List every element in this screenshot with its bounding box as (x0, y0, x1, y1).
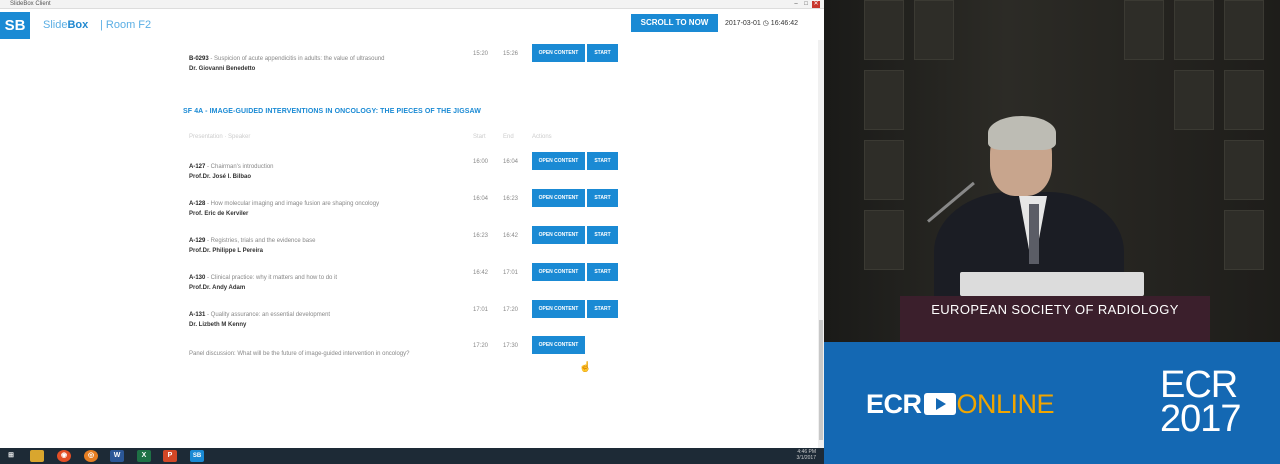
maximize-button[interactable]: □ (802, 1, 810, 8)
end-time: 16:23 (503, 196, 519, 202)
presentation-title: - Registries, trials and the evidence ba… (205, 238, 316, 244)
ecr-year-top: ECR (1160, 364, 1238, 406)
open-content-button[interactable]: OPEN CONTENT (532, 263, 585, 281)
start-button[interactable]: START (587, 189, 618, 207)
start-time: 16:23 (473, 233, 489, 239)
end-time: 16:42 (503, 233, 519, 239)
presentation-row: A-131 - Quality assurance: an essential … (189, 300, 629, 328)
open-content-button[interactable]: OPEN CONTENT (532, 189, 585, 207)
presentation-row: A-130 - Clinical practice: why it matter… (189, 263, 629, 291)
start-button[interactable]: START (587, 263, 618, 281)
presentation-title: - Quality assurance: an essential develo… (205, 312, 331, 318)
play-icon (923, 392, 956, 415)
slidebox-taskbar-icon[interactable]: SB (190, 450, 204, 462)
podium-monitor (960, 272, 1144, 296)
start-time: 17:01 (473, 307, 489, 313)
open-content-button[interactable]: OPEN CONTENT (532, 300, 585, 318)
presentation-row: A-128 - How molecular imaging and image … (189, 189, 629, 217)
presentation-code: A-130 (189, 275, 206, 281)
scrollbar-thumb[interactable] (819, 320, 823, 440)
presenter-hair (988, 116, 1056, 150)
session-title: SF 4A - IMAGE-GUIDED INTERVENTIONS IN ON… (183, 108, 481, 115)
ecr-text: ECR (866, 389, 922, 419)
podium-text: EUROPEAN SOCIETY OF RADIOLOGY (931, 302, 1179, 317)
panel-discussion-row: Panel discussion: What will be the futur… (189, 336, 629, 364)
column-header-actions: Actions (532, 134, 552, 140)
open-content-button[interactable]: OPEN CONTENT (532, 152, 585, 170)
chrome-icon[interactable]: ◉ (57, 450, 71, 462)
room-label: | Room F2 (100, 19, 152, 31)
presentation-row: A-129 - Registries, trials and the evide… (189, 226, 629, 254)
presentation-code: B-0293 (189, 56, 209, 62)
minimize-button[interactable]: – (792, 1, 800, 8)
presentation-speaker: Dr. Lizbeth M Kenny (189, 322, 247, 328)
presentation-code: A-131 (189, 312, 206, 318)
start-time: 17:20 (473, 343, 489, 349)
online-text: ONLINE (956, 389, 1055, 419)
presentation-title: - Clinical practice: why it matters and … (205, 275, 338, 281)
presentation-title: - Suspicion of acute appendicitis in adu… (208, 56, 385, 62)
end-time: 17:30 (503, 343, 519, 349)
end-time: 17:20 (503, 307, 519, 313)
word-icon[interactable]: W (110, 450, 124, 462)
ecr-2017-logo: ECR 2017 (1160, 364, 1242, 440)
ecr-online-logo: ECR ONLINE (866, 389, 1055, 420)
presentation-speaker: Prof.Dr. Andy Adam (189, 285, 246, 291)
presentation-speaker: Prof.Dr. Philippe L Pereira (189, 248, 263, 254)
firefox-icon[interactable]: ◎ (84, 450, 98, 462)
end-time: 17:01 (503, 270, 519, 276)
slidebox-window: SlideBox Client – □ ✕ SB SlideBox | Room… (0, 0, 824, 448)
end-time: 15:26 (503, 51, 519, 57)
screen: SlideBox Client – □ ✕ SB SlideBox | Room… (0, 0, 1280, 464)
open-content-button[interactable]: OPEN CONTENT (532, 336, 585, 354)
presenter-tie (1029, 204, 1039, 264)
file-explorer-icon[interactable] (30, 450, 44, 462)
presentation-speaker: Prof. Eric de Kerviler (189, 211, 249, 217)
column-header-end: End (503, 134, 514, 140)
presentation-row: A-127 - Chairman's introduction Prof.Dr.… (189, 152, 629, 180)
window-title: SlideBox Client (10, 1, 51, 7)
start-time: 15:20 (473, 51, 489, 57)
brand-bold: Box (67, 19, 89, 31)
slidebox-logo: SB (0, 12, 30, 39)
start-time: 16:00 (473, 159, 489, 165)
end-time: 16:04 (503, 159, 519, 165)
presentation-speaker: Prof.Dr. José I. Bilbao (189, 174, 252, 180)
app-header: SB SlideBox | Room F2 SCROLL TO NOW 2017… (0, 9, 824, 39)
scroll-to-now-button[interactable]: SCROLL TO NOW (631, 14, 718, 32)
presentation-code: A-127 (189, 164, 206, 170)
presentation-code: A-128 (189, 201, 206, 207)
ecr-branding: ECR ONLINE ECR 2017 (824, 342, 1280, 464)
start-button[interactable]: START (587, 300, 618, 318)
ecr-year-bottom: 2017 (1160, 398, 1242, 440)
presentation-code: A-129 (189, 238, 206, 244)
close-button[interactable]: ✕ (812, 1, 820, 8)
open-content-button[interactable]: OPEN CONTENT (532, 226, 585, 244)
start-time: 16:42 (473, 270, 489, 276)
presentation-title: - How molecular imaging and image fusion… (205, 201, 380, 207)
system-tray-clock[interactable]: 4:46 PM 3/1/2017 (797, 449, 816, 461)
start-menu-icon[interactable]: ⊞ (4, 450, 18, 462)
start-button[interactable]: START (587, 44, 618, 62)
presentation-speaker: Dr. Giovanni Benedetto (189, 66, 256, 72)
brand-light: Slide (43, 19, 68, 31)
powerpoint-icon[interactable]: P (163, 450, 177, 462)
presentation-row: B-0293 - Suspicion of acute appendicitis… (189, 44, 629, 72)
column-header-start: Start (473, 134, 486, 140)
windows-taskbar: ⊞ ◉ ◎ W X P SB 4:46 PM 3/1/2017 (0, 448, 824, 464)
speaker-video: EUROPEAN SOCIETY OF RADIOLOGY (824, 0, 1280, 342)
column-header-presentation: Presentation · Speaker (189, 134, 251, 140)
presentation-title: Panel discussion: What will be the futur… (189, 351, 410, 357)
tray-date: 3/1/2017 (796, 455, 816, 461)
brand-name: SlideBox (43, 19, 88, 31)
current-datetime: 2017-03-01 ◷ 16:46:42 (725, 20, 799, 27)
open-content-button[interactable]: OPEN CONTENT (532, 44, 585, 62)
excel-icon[interactable]: X (137, 450, 151, 462)
start-button[interactable]: START (587, 152, 618, 170)
start-time: 16:04 (473, 196, 489, 202)
window-titlebar: SlideBox Client – □ ✕ (0, 0, 824, 9)
mouse-cursor-icon: ☝ (579, 362, 592, 373)
presentation-title: - Chairman's introduction (205, 164, 274, 170)
start-button[interactable]: START (587, 226, 618, 244)
